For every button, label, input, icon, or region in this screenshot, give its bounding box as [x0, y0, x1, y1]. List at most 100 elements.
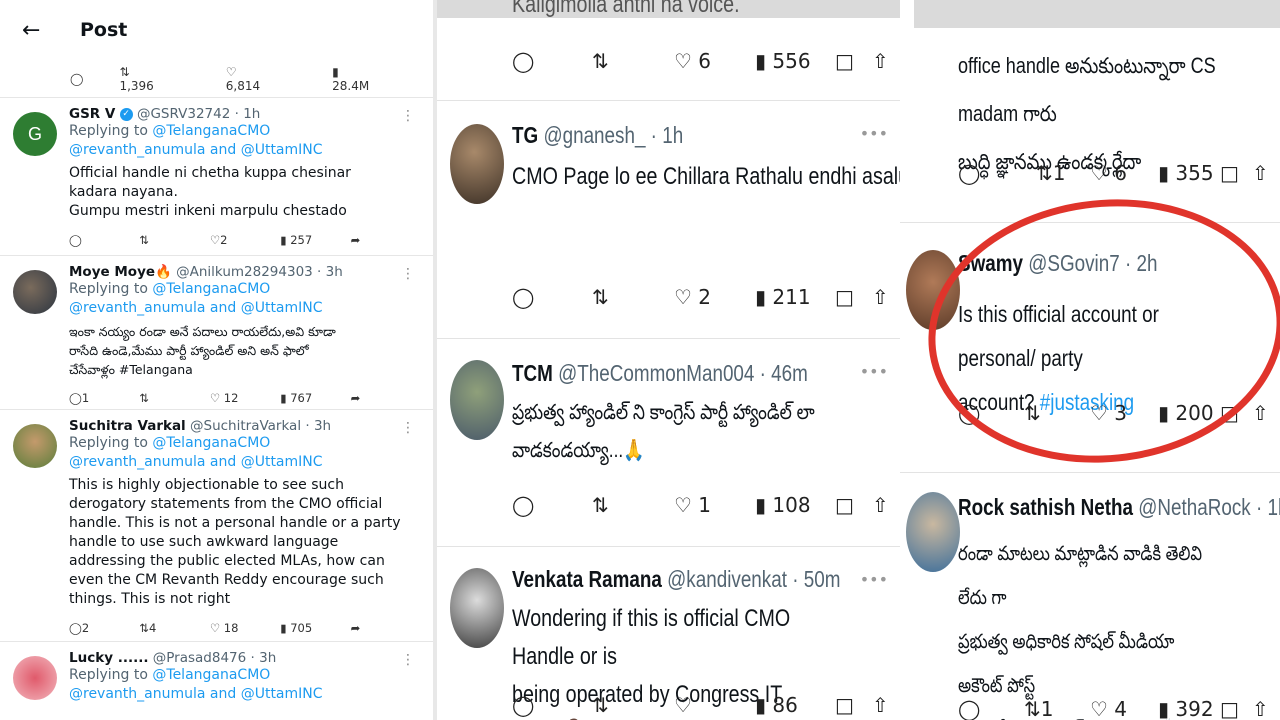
- repost-button[interactable]: ⇅ 1,396: [119, 65, 189, 93]
- more-icon[interactable]: •••: [860, 362, 888, 381]
- handle[interactable]: @kandivenkat: [667, 566, 787, 592]
- repost-icon[interactable]: ⇅: [592, 49, 609, 73]
- handle[interactable]: @NethaRock: [1138, 494, 1250, 520]
- avatar[interactable]: [906, 492, 960, 572]
- like-button[interactable]: ♡ 1: [674, 493, 711, 517]
- views-button[interactable]: ▮ 28.4M: [332, 65, 405, 93]
- more-icon[interactable]: ⋮: [401, 266, 415, 282]
- avatar[interactable]: [450, 568, 504, 648]
- share-icon[interactable]: ⇧: [1252, 697, 1269, 720]
- reply-tweet[interactable]: ⋮ Suchitra Varkal @SuchitraVarkal · 3h R…: [0, 410, 433, 642]
- display-name[interactable]: Venkata Ramana: [512, 566, 662, 592]
- bookmark-icon[interactable]: □: [1220, 161, 1239, 185]
- mention-link[interactable]: @TelanganaCMO: [152, 435, 270, 451]
- handle[interactable]: @TheCommonMan004: [558, 360, 754, 386]
- like-button[interactable]: ♡ 18: [210, 621, 280, 635]
- share-icon[interactable]: ⇧: [872, 693, 889, 717]
- display-name[interactable]: TG: [512, 122, 538, 148]
- like-icon[interactable]: ♡: [674, 693, 692, 717]
- reply-icon[interactable]: ◯: [70, 72, 83, 86]
- views-button[interactable]: ▮ 86: [755, 693, 798, 717]
- share-icon[interactable]: ⇧: [872, 285, 889, 309]
- repost-button[interactable]: ⇅4: [139, 621, 209, 635]
- views-button[interactable]: ▮ 556: [755, 49, 811, 73]
- share-icon[interactable]: ⇧: [872, 49, 889, 73]
- reply-icon[interactable]: ◯: [512, 49, 534, 73]
- mention-link[interactable]: @revanth_anumula and @UttamINC: [69, 142, 323, 158]
- avatar[interactable]: [450, 124, 504, 204]
- mention-link[interactable]: @revanth_anumula and @UttamINC: [69, 454, 323, 470]
- handle[interactable]: @GSRV32742: [137, 106, 230, 122]
- views-button[interactable]: ▮ 355: [1158, 161, 1214, 185]
- mention-link[interactable]: @TelanganaCMO: [152, 667, 270, 683]
- avatar[interactable]: [13, 270, 57, 314]
- handle[interactable]: @SuchitraVarkal: [190, 418, 301, 434]
- reply-icon[interactable]: ◯: [512, 493, 534, 517]
- reply-tweet[interactable]: ⋮ Lucky ...... @Prasad8476 · 3h Replying…: [0, 642, 433, 720]
- display-name[interactable]: Lucky ......: [69, 650, 148, 666]
- reply-tweet[interactable]: G ⋮ GSR V ✓ @GSRV32742 · 1h Replying to …: [0, 98, 433, 256]
- reply-tweet[interactable]: ⋮ Moye Moye🔥 @Anilkum28294303 · 3h Reply…: [0, 256, 433, 410]
- repost-button[interactable]: ⇅1: [1036, 161, 1066, 185]
- repost-icon[interactable]: ⇅: [592, 493, 609, 517]
- more-icon[interactable]: ⋮: [401, 652, 415, 668]
- share-icon[interactable]: ➦: [351, 621, 421, 635]
- mention-link[interactable]: @TelanganaCMO: [152, 123, 270, 139]
- share-icon[interactable]: ⇧: [1252, 401, 1269, 425]
- back-arrow-icon[interactable]: ←: [22, 18, 62, 43]
- views-button[interactable]: ▮ 257: [280, 233, 350, 247]
- reply-button[interactable]: ◯1: [69, 391, 139, 405]
- more-icon[interactable]: ⋮: [401, 420, 415, 436]
- share-icon[interactable]: ⇧: [872, 493, 889, 517]
- views-button[interactable]: ▮ 705: [280, 621, 350, 635]
- more-icon[interactable]: •••: [860, 570, 888, 589]
- repost-icon[interactable]: ⇅: [139, 233, 209, 247]
- more-icon[interactable]: •••: [860, 124, 888, 143]
- avatar[interactable]: [13, 656, 57, 700]
- reply-icon[interactable]: ◯: [958, 161, 980, 185]
- repost-icon[interactable]: ⇅: [592, 693, 609, 717]
- handle[interactable]: @gnanesh_: [543, 122, 645, 148]
- views-button[interactable]: ▮ 767: [280, 391, 350, 405]
- avatar[interactable]: G: [13, 112, 57, 156]
- display-name[interactable]: Moye Moye🔥: [69, 264, 172, 280]
- share-icon[interactable]: ➦: [351, 233, 421, 247]
- like-button[interactable]: ♡ 6: [674, 49, 711, 73]
- bookmark-icon[interactable]: □: [835, 285, 854, 309]
- like-button[interactable]: ♡2: [210, 233, 280, 247]
- display-name[interactable]: TCM: [512, 360, 553, 386]
- display-name[interactable]: Suchitra Varkal: [69, 418, 186, 434]
- display-name[interactable]: GSR V: [69, 106, 115, 122]
- mention-link[interactable]: @revanth_anumula and @UttamINC: [69, 300, 323, 316]
- share-icon[interactable]: ➦: [351, 391, 421, 405]
- like-button[interactable]: ♡ 6: [1090, 161, 1127, 185]
- reply-icon[interactable]: ◯: [958, 697, 980, 720]
- mention-link[interactable]: @revanth_anumula and @UttamINC: [69, 686, 323, 702]
- reply-icon[interactable]: ◯: [512, 693, 534, 717]
- more-icon[interactable]: ⋮: [401, 108, 415, 124]
- handle[interactable]: @Prasad8476: [153, 650, 246, 666]
- like-button[interactable]: ♡ 6,814: [226, 65, 296, 93]
- avatar[interactable]: [450, 360, 504, 440]
- repost-button[interactable]: ⇅1: [1024, 697, 1054, 720]
- views-button[interactable]: ▮ 392: [1158, 697, 1214, 720]
- like-button[interactable]: ♡ 12: [210, 391, 280, 405]
- bookmark-icon[interactable]: □: [1220, 697, 1239, 720]
- bookmark-icon[interactable]: □: [835, 49, 854, 73]
- display-name[interactable]: Rock sathish Netha: [958, 494, 1133, 520]
- reply-icon[interactable]: ◯: [69, 233, 139, 247]
- views-button[interactable]: ▮ 211: [755, 285, 811, 309]
- reply-icon[interactable]: ◯: [512, 285, 534, 309]
- views-button[interactable]: ▮ 108: [755, 493, 811, 517]
- mention-link[interactable]: @TelanganaCMO: [152, 281, 270, 297]
- like-button[interactable]: ♡ 4: [1090, 697, 1127, 720]
- like-button[interactable]: ♡ 2: [674, 285, 711, 309]
- share-icon[interactable]: ⇧: [1252, 161, 1269, 185]
- repost-icon[interactable]: ⇅: [139, 391, 209, 405]
- repost-icon[interactable]: ⇅: [592, 285, 609, 309]
- avatar[interactable]: [13, 424, 57, 468]
- bookmark-icon[interactable]: □: [835, 693, 854, 717]
- handle[interactable]: @Anilkum28294303: [176, 264, 313, 280]
- bookmark-icon[interactable]: □: [835, 493, 854, 517]
- reply-button[interactable]: ◯2: [69, 621, 139, 635]
